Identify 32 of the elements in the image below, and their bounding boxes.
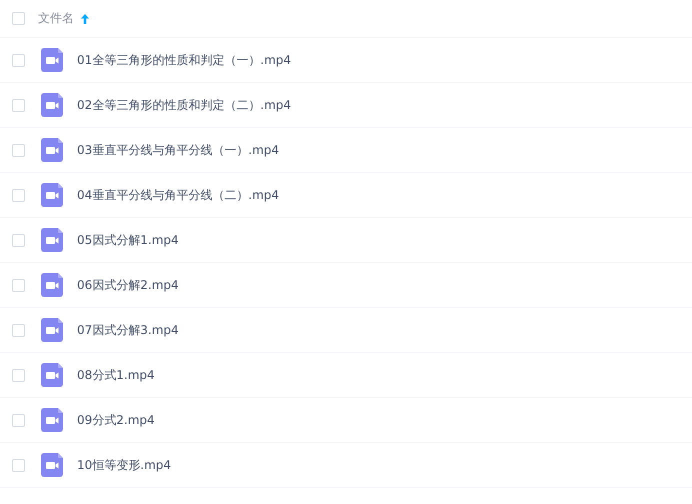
file-name[interactable]: 06因式分解2.mp4 bbox=[77, 276, 179, 294]
checkbox[interactable] bbox=[12, 234, 25, 246]
checkbox[interactable] bbox=[12, 324, 25, 336]
file-name[interactable]: 03垂直平分线与角平分线（一）.mp4 bbox=[77, 142, 280, 158]
video-file-icon bbox=[41, 183, 63, 207]
video-file-icon bbox=[41, 48, 63, 72]
checkbox[interactable] bbox=[12, 98, 25, 112]
file-name[interactable]: 09分式2.mp4 bbox=[77, 412, 155, 428]
checkbox[interactable] bbox=[12, 414, 25, 426]
file-name[interactable]: 08分式1.mp4 bbox=[77, 366, 155, 384]
video-file-icon bbox=[41, 273, 63, 297]
checkbox[interactable] bbox=[12, 144, 25, 156]
video-file-icon bbox=[41, 453, 63, 477]
checkbox[interactable] bbox=[12, 278, 25, 292]
video-file-icon bbox=[41, 93, 63, 117]
file-name[interactable]: 05因式分解1.mp4 bbox=[77, 232, 179, 248]
arrow-up-icon[interactable] bbox=[81, 14, 89, 24]
video-file-icon bbox=[41, 363, 63, 387]
file-name[interactable]: 10恒等变形.mp4 bbox=[77, 456, 172, 474]
file-name[interactable]: 01全等三角形的性质和判定（一）.mp4 bbox=[77, 52, 292, 68]
checkbox[interactable] bbox=[12, 188, 25, 202]
video-file-icon bbox=[41, 228, 63, 252]
checkbox[interactable] bbox=[12, 368, 25, 382]
file-name[interactable]: 02全等三角形的性质和判定（二）.mp4 bbox=[77, 96, 292, 114]
video-file-icon bbox=[41, 138, 63, 162]
video-file-icon bbox=[41, 408, 63, 432]
video-file-icon bbox=[41, 318, 63, 342]
file-name[interactable]: 04垂直平分线与角平分线（二）.mp4 bbox=[77, 186, 280, 204]
checkbox[interactable] bbox=[12, 12, 25, 25]
checkbox[interactable] bbox=[12, 54, 25, 66]
file-name[interactable]: 07因式分解3.mp4 bbox=[77, 322, 179, 338]
checkbox[interactable] bbox=[12, 458, 25, 472]
